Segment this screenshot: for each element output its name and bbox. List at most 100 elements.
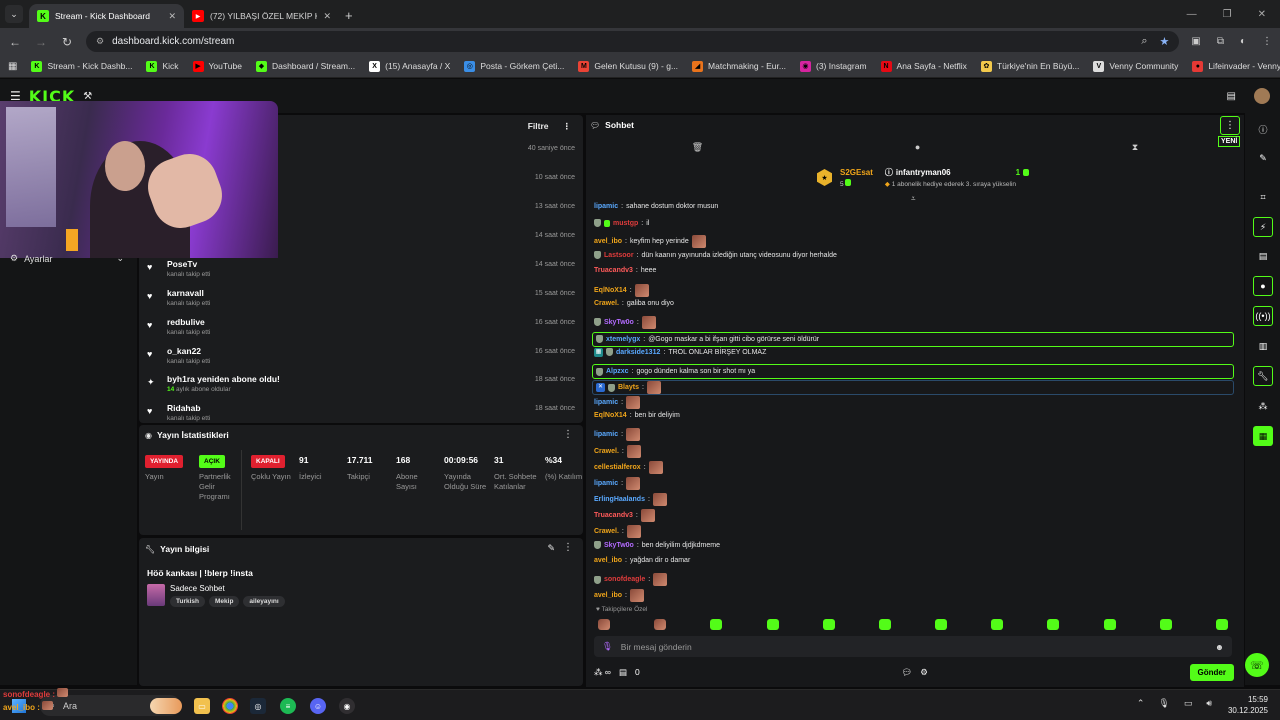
bookmark-item[interactable]: V Venny Community [1093, 60, 1178, 72]
chat-username[interactable]: EqlNoX14 [594, 412, 627, 419]
site-info-icon[interactable]: ⚙ [96, 36, 104, 47]
chat-icon[interactable]: ● [1253, 276, 1273, 296]
quick-emote-icon[interactable] [1159, 619, 1172, 630]
emoji-icon[interactable]: ☻ [1215, 642, 1224, 652]
file-explorer-icon[interactable]: ▭ [194, 698, 210, 714]
forward-icon[interactable]: → [34, 35, 48, 49]
chat-username[interactable]: Truacandv3 [594, 267, 633, 274]
chat-username[interactable]: lipamic [594, 431, 618, 438]
chat-username[interactable]: avel_ibo [594, 557, 622, 564]
category-name[interactable]: Sadece Sohbet [170, 584, 225, 593]
bookmark-item[interactable]: ✿ Türkiye'nin En Büyü... [980, 60, 1079, 72]
chat-username[interactable]: darkside1312 [616, 349, 660, 356]
volume-icon[interactable]: 🔊︎ [1206, 698, 1212, 709]
chat-username[interactable]: cellestialferox [594, 464, 641, 471]
chat-username[interactable]: lipamic [594, 399, 618, 406]
chat-menu-button[interactable]: ⋮ [1220, 116, 1240, 135]
quick-emote-icon[interactable] [935, 619, 948, 630]
multistream-icon[interactable]: ▤ [1227, 91, 1236, 102]
quick-emote-icon[interactable] [766, 619, 779, 630]
chat-username[interactable]: mustgp [613, 220, 638, 227]
bookmark-item[interactable]: ▶ YouTube [192, 60, 242, 72]
bookmark-item[interactable]: ● Lifeinvader - VennyV [1192, 60, 1280, 72]
more-options-icon[interactable]: ⋮ [563, 121, 572, 132]
sidebar-item-settings[interactable]: ⚙ Ayarlar ⌄ [10, 253, 124, 264]
steam-icon[interactable]: ◎ [250, 698, 266, 714]
edit-icon[interactable]: ✎ [547, 543, 555, 554]
broadcast-icon[interactable]: ((•)) [1253, 306, 1273, 326]
points-icon[interactable]: ▤ [619, 667, 627, 678]
close-tab-icon[interactable]: ✕ [168, 11, 176, 22]
quick-emote-icon[interactable] [991, 619, 1004, 630]
quick-emote-icon[interactable] [1047, 619, 1060, 630]
chat-username[interactable]: avel_ibo [594, 238, 622, 245]
url-bar[interactable]: ⚙ dashboard.kick.com/stream ⌕ ★ [86, 31, 1180, 52]
gear-icon[interactable]: ⚙ [920, 667, 928, 678]
discord-icon[interactable]: ☺ [310, 698, 326, 714]
more-options-icon[interactable]: ⋮ [563, 542, 573, 553]
browser-tab-youtube[interactable]: ▶ (72) YILBAŞI ÖZEL MEKİP KOMİ ✕ [184, 4, 339, 28]
chat-username[interactable]: SkyTw0o [604, 319, 634, 326]
storage-icon[interactable]: ▥ [1253, 336, 1273, 356]
chat-username[interactable]: Truacandv3 [594, 512, 633, 519]
chevron-up-icon[interactable]: ⌃ [1137, 698, 1145, 709]
spotify-icon[interactable]: ≡ [280, 698, 296, 714]
chat-username[interactable]: Alpzxc [606, 368, 629, 375]
chat-username[interactable]: Crawel. [594, 448, 619, 455]
avatar[interactable] [1254, 88, 1270, 104]
quick-emote-icon[interactable] [1215, 619, 1228, 630]
maximize-icon[interactable]: ❐ [1223, 9, 1232, 20]
tab-search-button[interactable]: ⌄ [5, 5, 23, 23]
pencil-icon[interactable]: ✎ [1253, 148, 1273, 168]
support-chat-icon[interactable]: ☏ [1245, 653, 1269, 677]
more-menu-icon[interactable]: ⋮ [1262, 36, 1272, 47]
more-options-icon[interactable]: ⋮ [563, 429, 573, 440]
new-tab-icon[interactable]: + [345, 8, 353, 23]
bookmark-item[interactable]: ◉ (3) Instagram [799, 60, 867, 72]
chat-username[interactable]: Crawel. [594, 300, 619, 307]
collapse-icon[interactable]: ⩡ [911, 194, 916, 204]
chat-username[interactable]: ErlingHaalands [594, 496, 645, 503]
bookmark-item[interactable]: M Gelen Kutusu (9) - g... [578, 60, 678, 72]
chat-settings-bubble-icon[interactable]: 💬︎ [901, 667, 912, 678]
chat-username[interactable]: lipamic [594, 203, 618, 210]
quick-emote-icon[interactable] [654, 619, 667, 630]
browser-tab-kick[interactable]: K Stream - Kick Dashboard ✕ [29, 4, 184, 28]
tag-chip[interactable]: Mekip [209, 596, 240, 607]
extension-icon[interactable]: ▣ [1191, 36, 1200, 47]
trash-icon[interactable]: 🗑︎ [692, 142, 703, 158]
reload-icon[interactable]: ↻ [60, 35, 74, 49]
apps-grid-icon[interactable]: ▦ [8, 61, 17, 72]
chat-username[interactable]: SkyTw0o [604, 542, 634, 549]
profile-icon[interactable]: ◐ [1240, 36, 1246, 47]
minimize-icon[interactable]: — [1187, 9, 1197, 20]
bookmark-item[interactable]: K Kick [146, 60, 179, 72]
chat-username[interactable]: Blayts [618, 384, 639, 391]
bookmark-item[interactable]: ◢ Matchmaking - Eur... [692, 60, 786, 72]
zoom-icon[interactable]: ⌕ [1141, 35, 1147, 48]
chat-username[interactable]: Lastsoor [604, 252, 634, 259]
chat-username[interactable]: sonofdeagle [604, 576, 645, 583]
channel-points-icon[interactable]: ⁂ ∞ [594, 667, 611, 678]
chat-username[interactable]: EqlNoX14 [594, 287, 627, 294]
microphone-icon[interactable]: 🎙︎ [602, 641, 613, 652]
close-window-icon[interactable]: ✕ [1258, 9, 1266, 20]
kick-bot-icon[interactable]: ▦ [1253, 426, 1273, 446]
quick-emote-icon[interactable] [598, 619, 610, 630]
bookmark-star-icon[interactable]: ★ [1159, 35, 1169, 48]
back-icon[interactable]: ← [8, 35, 22, 49]
lightning-icon[interactable]: ⚡︎ [1253, 217, 1273, 237]
quick-emote-icon[interactable] [710, 619, 723, 630]
info-icon[interactable]: ⓘ [1253, 119, 1273, 139]
chat-username[interactable]: xtemelygx [606, 336, 640, 343]
message-icon[interactable]: ● [915, 142, 920, 158]
filter-button[interactable]: Filtre [528, 121, 549, 132]
chat-username[interactable]: avel_ibo [594, 592, 622, 599]
obs-icon[interactable]: ◉ [339, 698, 355, 714]
bookmark-item[interactable]: ◎ Posta - Görkem Çeti... [464, 60, 564, 72]
puzzle-icon[interactable]: ⧉ [1217, 36, 1224, 47]
send-button[interactable]: Gönder [1189, 663, 1234, 681]
document-icon[interactable]: ▤ [1253, 246, 1273, 266]
taskbar-clock[interactable]: 15:59 30.12.2025 [1228, 694, 1268, 716]
bookmark-item[interactable]: X (15) Anasayfa / X [369, 60, 450, 72]
